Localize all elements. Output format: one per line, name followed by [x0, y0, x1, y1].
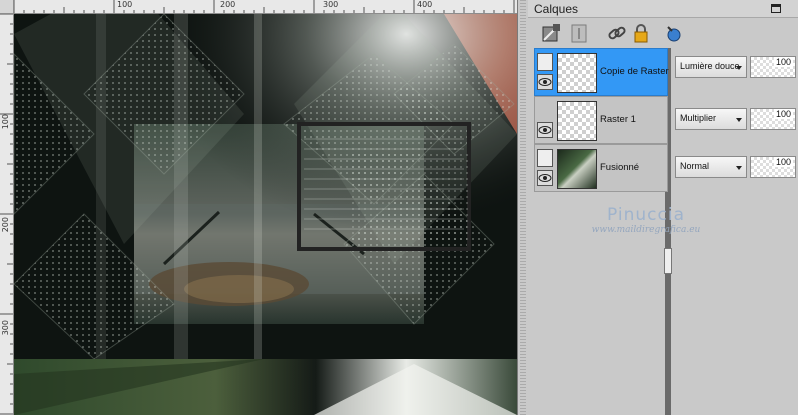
maximize-icon[interactable] [771, 4, 781, 13]
opacity-value[interactable]: 100 [773, 157, 793, 167]
layer-name-box[interactable]: Fusionné [534, 144, 668, 192]
canvas-image[interactable] [14, 14, 517, 415]
layer-name: Raster 1 [600, 114, 636, 125]
ruler-top: 100 200 300 400 [14, 0, 517, 14]
blend-mode-select[interactable]: Lumière douce [675, 56, 747, 78]
layer-row-fusionne[interactable]: Fusionné Normal 100 [534, 144, 796, 192]
ruler-left-label: 200 [1, 217, 10, 233]
opacity-value[interactable]: 100 [773, 57, 793, 67]
canvas-area[interactable]: 100 200 300 400 100 200 300 [0, 0, 517, 415]
chevron-down-icon [736, 66, 742, 70]
delete-layer-icon[interactable] [568, 22, 590, 44]
layers-toolbar [528, 20, 798, 48]
blend-mode-value: Multiplier [680, 113, 717, 123]
opacity-slider[interactable]: 100 [750, 56, 796, 78]
palette-grip[interactable] [520, 0, 526, 415]
ruler-top-label: 100 [117, 0, 133, 9]
layers-palette: Calques Copie de Raster Lumière douce 10… [517, 0, 798, 415]
palette-title: Calques [534, 2, 579, 16]
layer-name: Copie de Raster [600, 66, 669, 77]
layer-properties-icon[interactable] [662, 22, 684, 44]
eye-icon[interactable] [537, 74, 553, 90]
layer-row-raster-1[interactable]: Raster 1 Multiplier 100 [534, 96, 796, 144]
ruler-left-ticks [0, 14, 13, 415]
link-layer-icon[interactable] [606, 22, 628, 44]
chevron-down-icon [736, 118, 742, 122]
eye-icon[interactable] [537, 122, 553, 138]
blend-mode-value: Lumière douce [680, 61, 740, 71]
layer-thumbnail [557, 53, 597, 93]
ruler-top-label: 200 [220, 0, 236, 9]
artwork [14, 14, 517, 415]
layer-name-box[interactable]: Copie de Raster [534, 48, 669, 96]
watermark-url: www.maildiregrafica.eu [591, 225, 701, 235]
psp-window: 100 200 300 400 100 200 300 Calques Copi… [0, 0, 798, 415]
layer-mask-icon[interactable] [537, 53, 553, 71]
layer-thumbnail [557, 149, 597, 189]
lock-layer-icon[interactable] [630, 22, 652, 44]
layer-thumbnail [557, 101, 597, 141]
opacity-value[interactable]: 100 [773, 109, 793, 119]
ruler-left-label: 300 [1, 320, 10, 336]
layer-mask-icon[interactable] [537, 149, 553, 167]
ruler-corner [0, 0, 14, 14]
ruler-top-label: 400 [417, 0, 433, 9]
opacity-slider[interactable]: 100 [750, 108, 796, 130]
watermark-name: Pinuccia [607, 205, 685, 225]
layer-name-box[interactable]: Raster 1 [534, 96, 668, 144]
opacity-slider[interactable]: 100 [750, 156, 796, 178]
new-raster-layer-icon[interactable] [540, 22, 562, 44]
palette-header[interactable]: Calques [528, 0, 798, 18]
chevron-down-icon [736, 166, 742, 170]
layer-row-copie-de-raster[interactable]: Copie de Raster Lumière douce 100 [534, 48, 796, 96]
ruler-top-ticks [14, 0, 515, 13]
eye-icon[interactable] [537, 170, 553, 186]
blend-mode-value: Normal [680, 161, 710, 171]
ruler-left-label: 100 [1, 114, 10, 130]
palette-scroll-thumb[interactable] [664, 248, 672, 274]
blend-mode-select[interactable]: Normal [675, 156, 747, 178]
ruler-left: 100 200 300 [0, 14, 14, 415]
ruler-top-label: 300 [323, 0, 339, 9]
blend-mode-select[interactable]: Multiplier [675, 108, 747, 130]
layer-name: Fusionné [600, 162, 640, 173]
watermark: Pinuccia www.maildiregrafica.eu [566, 205, 726, 235]
